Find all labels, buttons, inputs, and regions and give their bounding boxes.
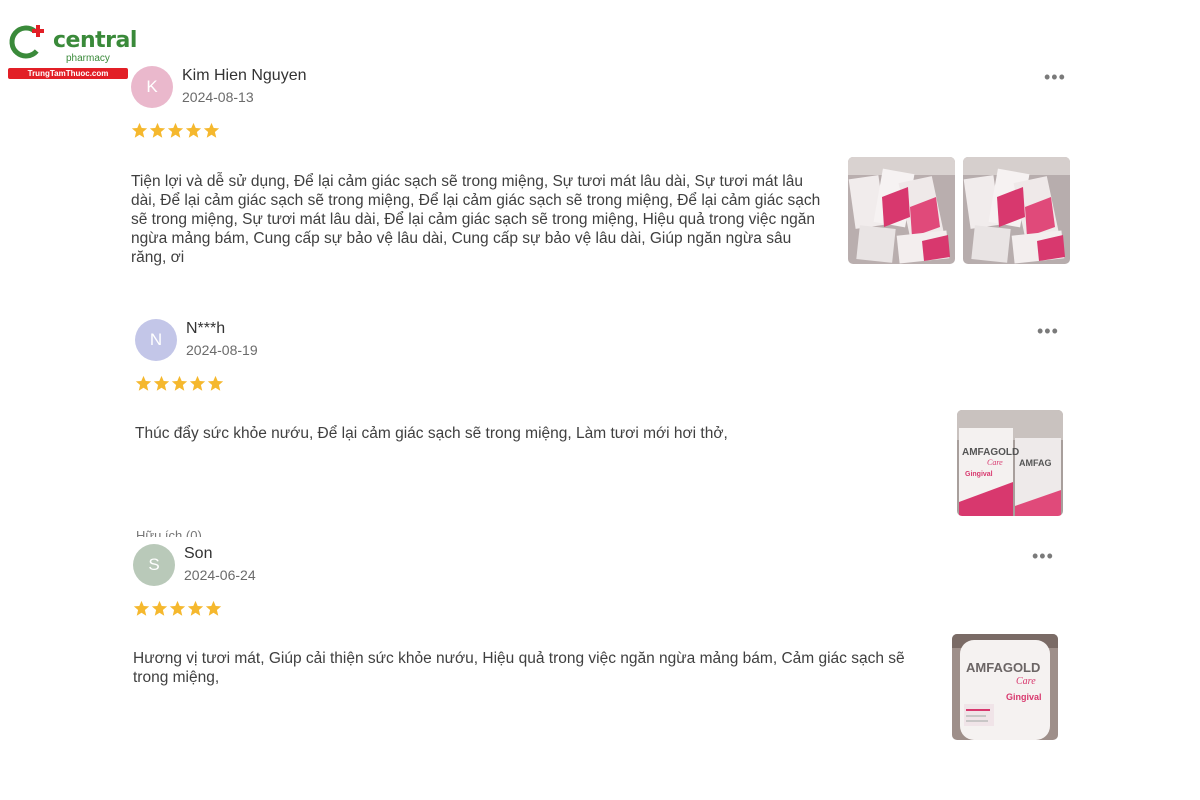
- star-icon: [171, 375, 188, 391]
- star-icon: [151, 600, 168, 616]
- star-icon: [205, 600, 222, 616]
- brand-name: central: [53, 28, 137, 53]
- more-options-icon[interactable]: •••: [1032, 546, 1054, 567]
- svg-text:Gingival: Gingival: [965, 471, 993, 478]
- reviewer-name: Kim Hien Nguyen: [182, 67, 307, 84]
- review-date: 2024-06-24: [184, 567, 256, 583]
- brand-logo[interactable]: central pharmacy TrungTamThuoc.com: [6, 22, 137, 82]
- helpful-link[interactable]: Hữu ích (0): [136, 529, 356, 537]
- review-text: Thúc đẩy sức khỏe nướu, Để lại cảm giác …: [135, 425, 728, 442]
- star-icon: [207, 375, 224, 391]
- star-icon: [185, 122, 202, 138]
- product-photo-image: [848, 157, 955, 264]
- star-icon: [189, 375, 206, 391]
- rating-stars: [131, 122, 220, 139]
- product-photo-image: [963, 157, 1070, 264]
- review-text: Hương vị tươi mát, Giúp cải thiện sức kh…: [133, 650, 905, 686]
- avatar: N: [135, 319, 177, 361]
- review-photo[interactable]: [963, 157, 1070, 264]
- review-date: 2024-08-19: [186, 342, 258, 358]
- rating-stars: [135, 375, 224, 392]
- review-text: Tiện lợi và dễ sử dụng, Để lại cảm giác …: [131, 173, 821, 266]
- star-icon: [153, 375, 170, 391]
- more-options-icon[interactable]: •••: [1044, 67, 1066, 88]
- star-icon: [135, 375, 152, 391]
- avatar: K: [131, 66, 173, 108]
- reviewer-name: Son: [184, 545, 213, 562]
- star-icon: [133, 600, 150, 616]
- star-icon: [169, 600, 186, 616]
- star-icon: [187, 600, 204, 616]
- avatar: S: [133, 544, 175, 586]
- brand-band: TrungTamThuoc.com: [8, 68, 128, 79]
- more-options-icon[interactable]: •••: [1037, 321, 1059, 342]
- svg-text:Care: Care: [1016, 676, 1036, 687]
- svg-text:AMFAGOLD: AMFAGOLD: [962, 447, 1019, 458]
- product-photo-image: AMFAGOLD Care Gingival: [952, 634, 1058, 740]
- star-icon: [131, 122, 148, 138]
- rating-stars: [133, 600, 222, 617]
- review-photo[interactable]: AMFAGOLD Care Gingival AMFAG: [957, 410, 1063, 516]
- star-icon: [167, 122, 184, 138]
- brand-mark-icon: [9, 25, 44, 59]
- star-icon: [203, 122, 220, 138]
- brand-sub: pharmacy: [66, 53, 110, 64]
- review-date: 2024-08-13: [182, 89, 254, 105]
- review-photo[interactable]: AMFAGOLD Care Gingival: [952, 634, 1058, 740]
- reviewer-name: N***h: [186, 320, 226, 337]
- svg-text:Care: Care: [987, 458, 1003, 467]
- review-photo[interactable]: [848, 157, 955, 264]
- svg-text:AMFAG: AMFAG: [1019, 458, 1052, 468]
- svg-text:Gingival: Gingival: [1006, 692, 1042, 702]
- product-photo-image: AMFAGOLD Care Gingival AMFAG: [957, 410, 1063, 516]
- svg-text:AMFAGOLD: AMFAGOLD: [966, 660, 1040, 675]
- star-icon: [149, 122, 166, 138]
